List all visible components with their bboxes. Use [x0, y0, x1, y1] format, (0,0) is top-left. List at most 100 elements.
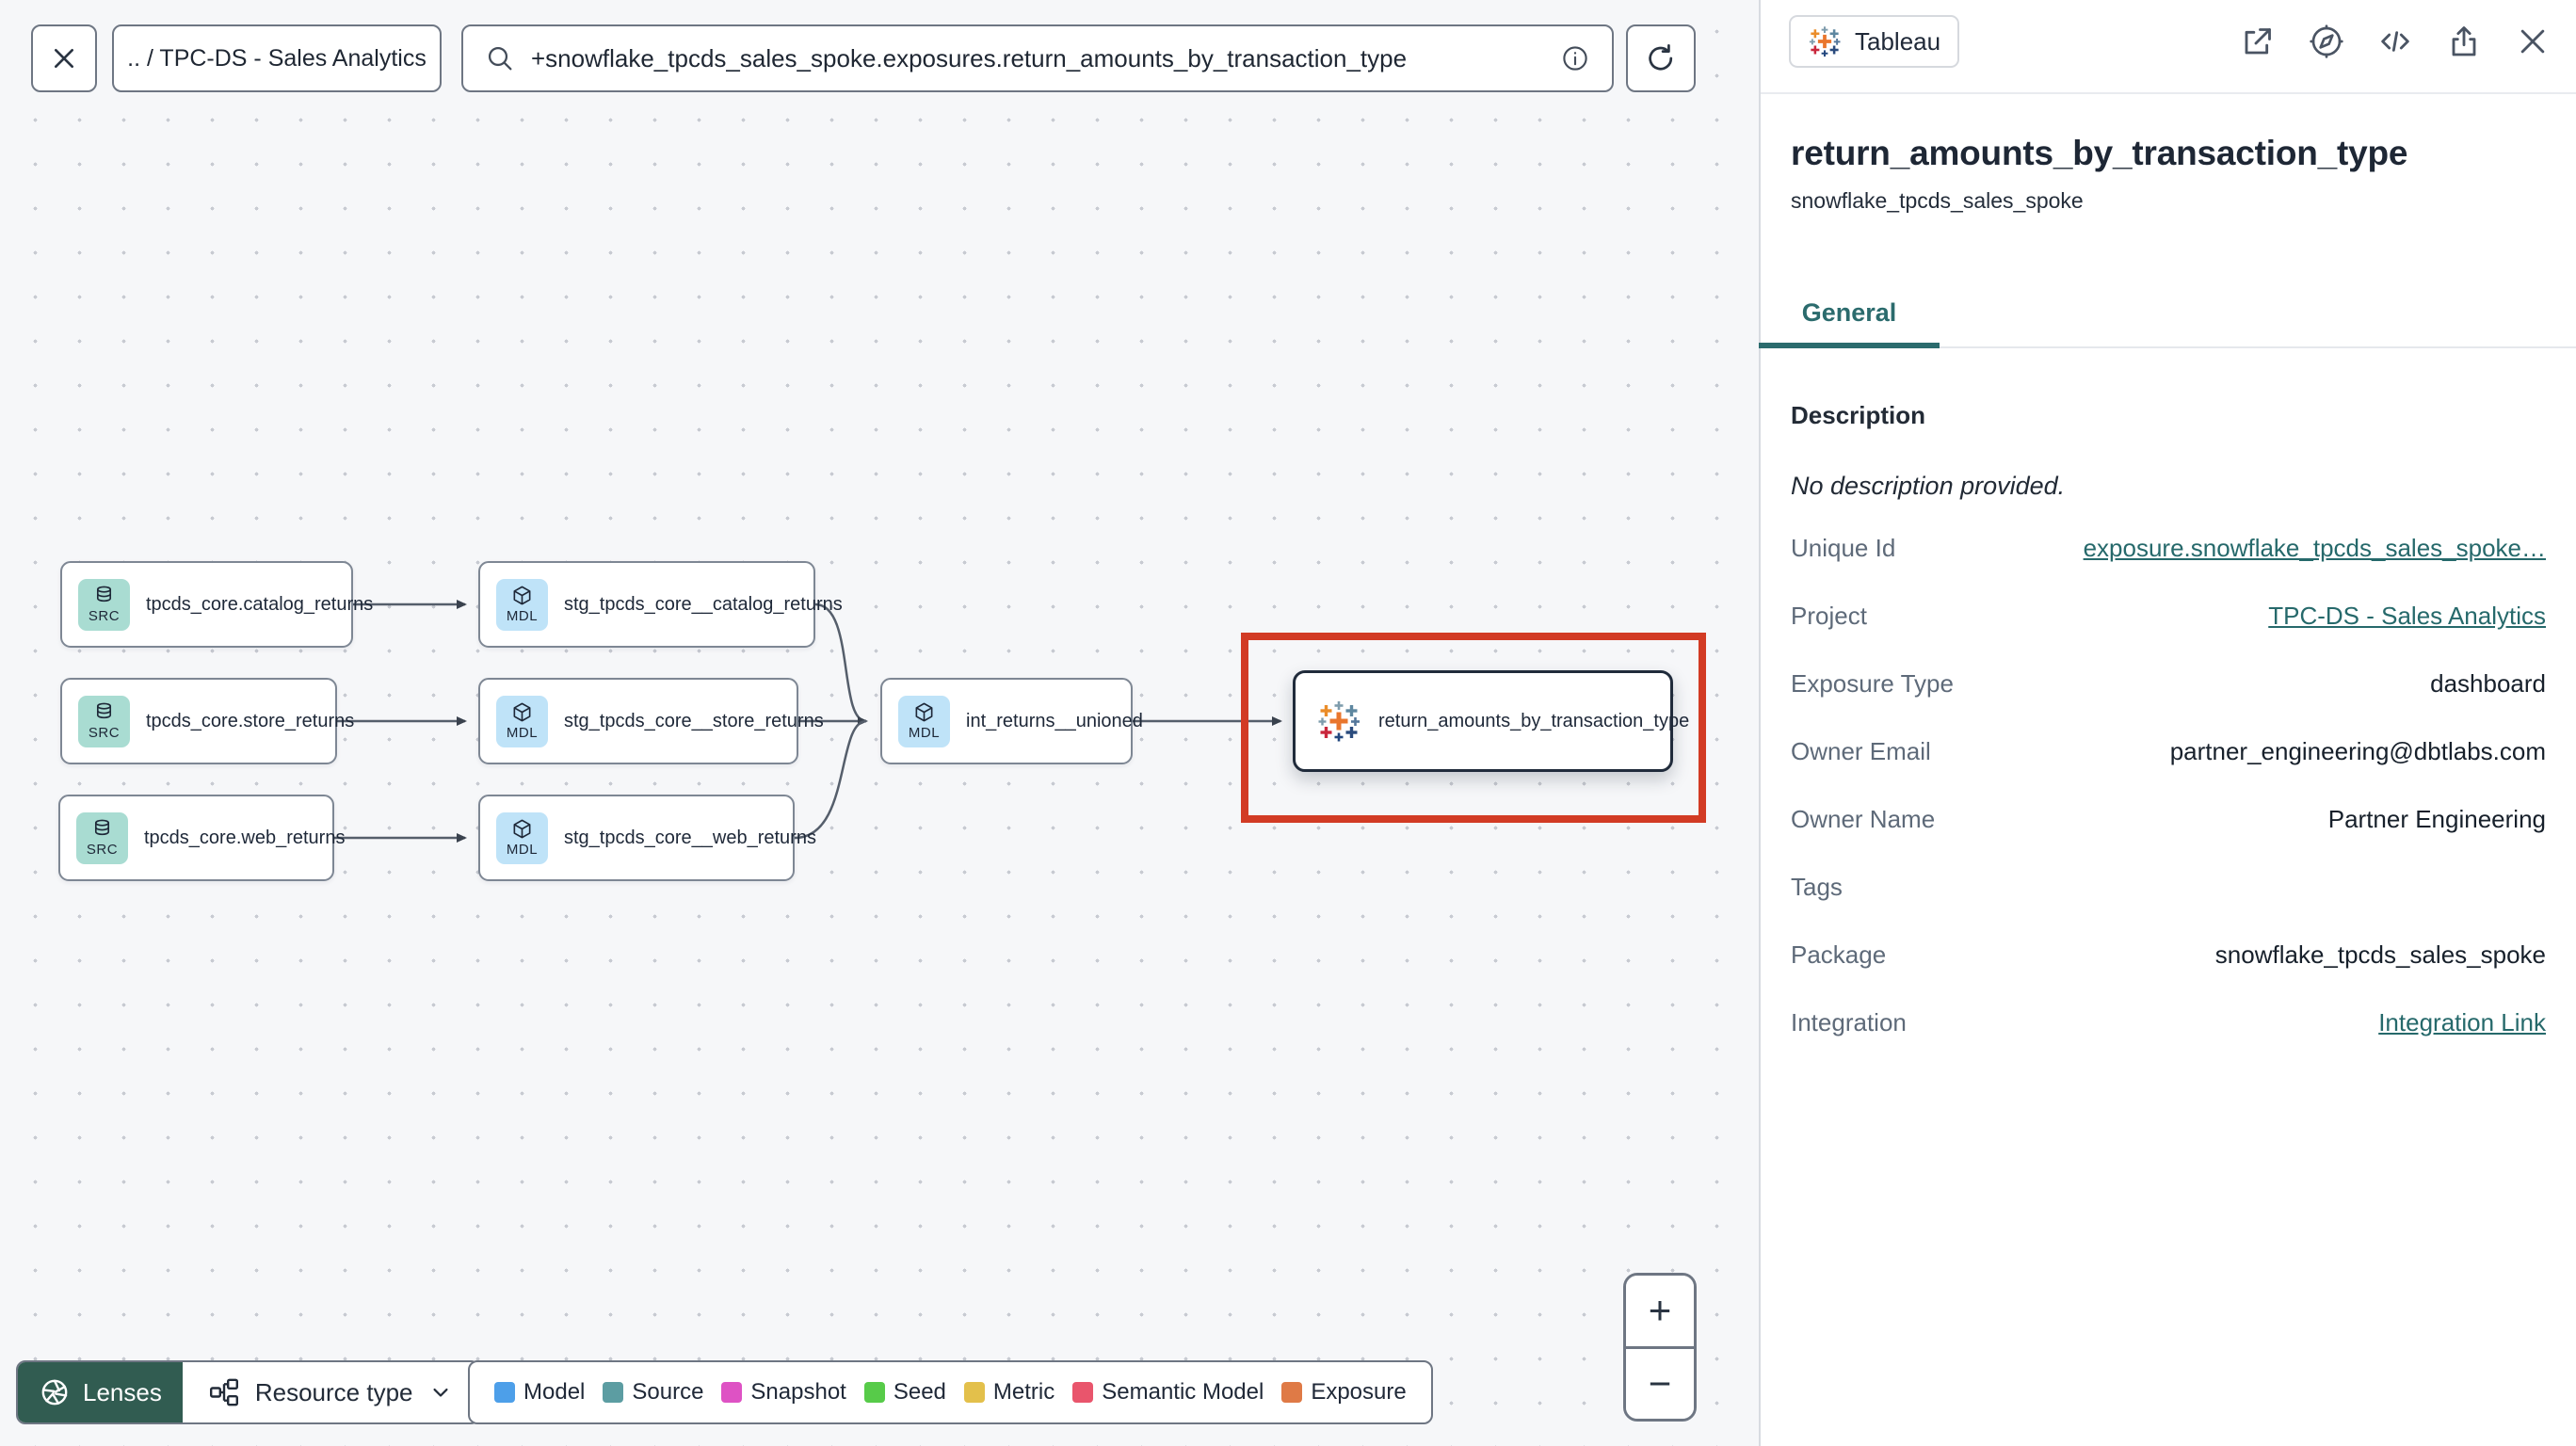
graph-node-src-catalog-returns[interactable]: SRC tpcds_core.catalog_returns [60, 561, 373, 648]
resource-type-legend: Model Source Snapshot Seed Metric Semant… [468, 1360, 1433, 1424]
node-details-panel: Tableau return_amounts_by_transaction_ty… [1759, 0, 2576, 1446]
zoom-out-button[interactable]: − [1626, 1345, 1694, 1419]
badge-label: SRC [88, 725, 121, 741]
snapshot-color-chip [721, 1382, 743, 1403]
graph-node-stg-store-returns[interactable]: MDL stg_tpcds_core__store_returns [478, 678, 824, 764]
field-row-project: Project TPC-DS - Sales Analytics [1791, 601, 2546, 631]
node-label: stg_tpcds_core__web_returns [564, 827, 816, 848]
badge-label: MDL [506, 842, 539, 858]
resource-type-dropdown[interactable]: Resource type [182, 1362, 478, 1422]
panel-action-icons [2239, 23, 2552, 60]
field-row-owner-email: Owner Email partner_engineering@dbtlabs.… [1791, 736, 2546, 765]
info-icon[interactable] [1559, 42, 1591, 74]
node-label: return_amounts_by_transaction_type [1378, 710, 1690, 731]
node-label: tpcds_core.web_returns [144, 827, 346, 848]
zoom-in-button[interactable]: + [1626, 1276, 1694, 1346]
integration-link[interactable]: Integration Link [2378, 1008, 2546, 1037]
description-label: Description [1791, 401, 1926, 429]
description-value: No description provided. [1791, 472, 2066, 500]
refresh-lineage-button[interactable] [1626, 24, 1696, 92]
lenses-toolbar: Lenses Resource type [16, 1360, 480, 1424]
cube-icon [511, 818, 533, 840]
cube-icon [913, 701, 935, 723]
node-label: int_returns__unioned [966, 710, 1143, 731]
badge-label: SRC [86, 842, 119, 858]
graph-node-exposure-selected[interactable]: return_amounts_by_transaction_type [1293, 670, 1689, 772]
seed-color-chip [863, 1382, 885, 1403]
dbt-explorer-window: SRC tpcds_core.catalog_returns MDL stg_t… [0, 0, 2576, 1446]
model-color-chip [494, 1382, 515, 1403]
resource-type-label: Resource type [254, 1377, 413, 1406]
badge-label: SRC [88, 608, 121, 624]
tableau-logo-icon [1808, 24, 1842, 58]
lineage-search [461, 24, 1614, 92]
badge-label: MDL [506, 725, 539, 741]
package-value: snowflake_tpcds_sales_spoke [2214, 940, 2546, 969]
details-fields: Unique Id exposure.snowflake_tpcds_sales… [1791, 514, 2546, 1056]
legend-item-semantic-model: Semantic Model [1072, 1379, 1264, 1406]
tableau-badge-label: Tableau [1855, 26, 1941, 56]
compass-icon[interactable] [2308, 23, 2345, 60]
source-badge: SRC [78, 578, 130, 631]
external-link-icon[interactable] [2239, 23, 2277, 60]
model-badge: MDL [496, 578, 548, 631]
graph-node-stg-catalog-returns[interactable]: MDL stg_tpcds_core__catalog_returns [478, 561, 843, 648]
metric-color-chip [963, 1382, 985, 1403]
model-badge: MDL [496, 695, 548, 747]
search-icon [484, 42, 516, 74]
lenses-button[interactable]: Lenses [18, 1362, 183, 1422]
graph-node-src-web-returns[interactable]: SRC tpcds_core.web_returns [58, 795, 345, 881]
tableau-logo-icon [1316, 699, 1361, 744]
chevron-down-icon [427, 1379, 454, 1406]
package-subtitle: snowflake_tpcds_sales_spoke [1791, 188, 2084, 213]
badge-label: MDL [908, 725, 941, 741]
search-input[interactable] [531, 43, 1544, 73]
legend-item-exposure: Exposure [1281, 1379, 1407, 1406]
model-badge: MDL [496, 811, 548, 864]
source-color-chip [603, 1382, 624, 1403]
close-icon [49, 43, 79, 73]
field-row-tags: Tags [1791, 872, 1843, 901]
aperture-icon [39, 1376, 71, 1408]
database-icon [93, 585, 115, 606]
source-badge: SRC [78, 695, 130, 747]
node-label: tpcds_core.store_returns [146, 710, 355, 731]
database-icon [91, 818, 113, 840]
graph-node-int-returns-unioned[interactable]: MDL int_returns__unioned [880, 678, 1143, 764]
panel-header: Tableau [1761, 0, 2576, 94]
close-lineage-button[interactable] [31, 24, 97, 92]
owner-email-value: partner_engineering@dbtlabs.com [2169, 736, 2546, 765]
owner-name-value: Partner Engineering [2327, 804, 2546, 833]
code-icon[interactable] [2376, 23, 2414, 60]
cube-icon [511, 585, 533, 606]
legend-item-seed: Seed [863, 1379, 946, 1406]
graph-node-stg-web-returns[interactable]: MDL stg_tpcds_core__web_returns [478, 795, 816, 881]
graph-node-src-store-returns[interactable]: SRC tpcds_core.store_returns [60, 678, 354, 764]
legend-item-model: Model [494, 1379, 585, 1406]
field-row-owner-name: Owner Name Partner Engineering [1791, 804, 2546, 833]
close-panel-icon[interactable] [2514, 23, 2552, 60]
breadcrumb[interactable]: .. / TPC-DS - Sales Analytics [112, 24, 442, 92]
exposure-color-chip [1281, 1382, 1303, 1403]
lenses-label: Lenses [83, 1377, 162, 1406]
field-row-package: Package snowflake_tpcds_sales_spoke [1791, 940, 2546, 969]
page-title: return_amounts_by_transaction_type [1791, 134, 2408, 172]
unique-id-link[interactable]: exposure.snowflake_tpcds_sales_spoke… [2084, 534, 2546, 563]
field-row-exposure-type: Exposure Type dashboard [1791, 668, 2546, 698]
lineage-canvas[interactable]: SRC tpcds_core.catalog_returns MDL stg_t… [0, 0, 1759, 1446]
field-row-integration: Integration Integration Link [1791, 1007, 2546, 1037]
node-label: tpcds_core.catalog_returns [146, 593, 374, 615]
project-link[interactable]: TPC-DS - Sales Analytics [2268, 602, 2546, 631]
share-icon[interactable] [2445, 23, 2483, 60]
legend-item-snapshot: Snapshot [721, 1379, 846, 1406]
tableau-type-badge: Tableau [1789, 15, 1960, 68]
hierarchy-icon [207, 1375, 241, 1409]
refresh-icon [1644, 41, 1678, 75]
legend-item-source: Source [603, 1379, 703, 1406]
panel-tabs: General [1759, 281, 2576, 348]
tab-general[interactable]: General [1759, 281, 1940, 348]
model-badge: MDL [898, 695, 950, 747]
node-label: stg_tpcds_core__catalog_returns [564, 593, 843, 615]
panel-body: return_amounts_by_transaction_type snowf… [1759, 134, 2576, 1056]
legend-item-metric: Metric [963, 1379, 1055, 1406]
